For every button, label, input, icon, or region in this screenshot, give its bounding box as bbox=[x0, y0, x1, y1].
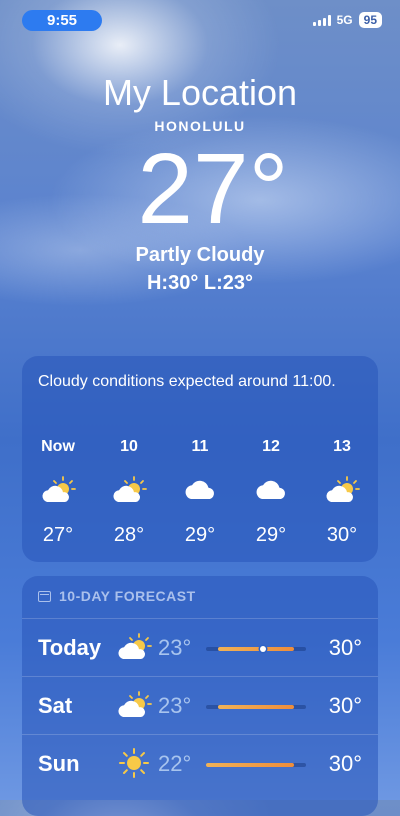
current-condition: Partly Cloudy bbox=[135, 244, 265, 266]
hour-temperature: 30° bbox=[326, 524, 358, 546]
day-high-temperature: 30° bbox=[328, 635, 362, 660]
hour-item: 13 30° bbox=[320, 438, 364, 547]
city-name: HONOLULU bbox=[154, 118, 246, 134]
temperature-range-bar bbox=[206, 705, 306, 709]
hour-label: 13 bbox=[333, 438, 351, 455]
current-temperature: 27° bbox=[137, 133, 289, 245]
hour-item: Now 27° bbox=[36, 438, 80, 547]
partly-cloudy-icon bbox=[109, 472, 149, 508]
hour-item: 11 29° bbox=[178, 438, 222, 547]
high-low-temperature: H:30° L:23° bbox=[146, 272, 254, 294]
day-row-sat[interactable]: Sat 23° 30° bbox=[22, 676, 378, 735]
hour-temperature: 29° bbox=[255, 524, 287, 546]
daily-forecast-title: 10-DAY FORECAST bbox=[59, 588, 196, 604]
hour-temperature: 29° bbox=[184, 524, 216, 546]
day-high-temperature: 30° bbox=[328, 693, 362, 718]
hourly-list[interactable]: Now 27° 10 28° 11 29° 12 29° 13 30° bbox=[22, 438, 378, 547]
hour-label: 11 bbox=[191, 438, 209, 455]
day-name: Today bbox=[38, 635, 102, 660]
temperature-range-fill bbox=[218, 705, 294, 709]
partly-cloudy-icon bbox=[114, 687, 154, 723]
location-title: My Location bbox=[102, 72, 298, 113]
hour-temperature: 28° bbox=[113, 524, 145, 546]
sun-icon bbox=[114, 745, 154, 781]
partly-cloudy-icon bbox=[38, 472, 78, 508]
hour-label: 12 bbox=[262, 438, 280, 455]
battery-icon: 95 bbox=[358, 12, 382, 28]
hourly-summary: Cloudy conditions expected around 11:00. bbox=[38, 373, 336, 390]
network-label: 5G bbox=[336, 13, 353, 27]
calendar-icon bbox=[38, 590, 51, 602]
temperature-range-bar bbox=[206, 763, 306, 767]
signal-icon bbox=[312, 14, 331, 26]
current-temperature-marker bbox=[260, 646, 266, 652]
day-name: Sat bbox=[38, 693, 73, 718]
day-low-temperature: 23° bbox=[158, 693, 192, 718]
hour-label: Now bbox=[41, 438, 75, 455]
partly-cloudy-icon bbox=[322, 472, 362, 508]
hour-item: 10 28° bbox=[107, 438, 151, 547]
status-indicators: 5G 95 bbox=[312, 12, 382, 28]
hour-temperature: 27° bbox=[42, 524, 74, 546]
day-row-today[interactable]: Today 23° 30° bbox=[22, 618, 378, 677]
temperature-range-fill bbox=[206, 763, 294, 767]
day-low-temperature: 23° bbox=[158, 635, 192, 660]
cloud-icon bbox=[251, 472, 291, 508]
hourly-forecast-card[interactable]: Cloudy conditions expected around 11:00.… bbox=[22, 356, 378, 562]
day-name: Sun bbox=[38, 751, 80, 776]
temperature-range-fill bbox=[218, 647, 294, 651]
partly-cloudy-icon bbox=[114, 629, 154, 665]
day-high-temperature: 30° bbox=[328, 751, 362, 776]
status-time: 9:55 bbox=[22, 10, 102, 31]
daily-forecast-header: 10-DAY FORECAST bbox=[38, 588, 196, 604]
day-row-sun[interactable]: Sun 22° 30° bbox=[22, 734, 378, 793]
hour-item: 12 29° bbox=[249, 438, 293, 547]
hour-label: 10 bbox=[120, 438, 138, 455]
temperature-range-bar bbox=[206, 646, 306, 652]
cloud-icon bbox=[180, 472, 220, 508]
day-low-temperature: 22° bbox=[158, 751, 192, 776]
daily-forecast-card[interactable]: 10-DAY FORECAST Today 23° 30° Sat 23° 30… bbox=[22, 576, 378, 816]
